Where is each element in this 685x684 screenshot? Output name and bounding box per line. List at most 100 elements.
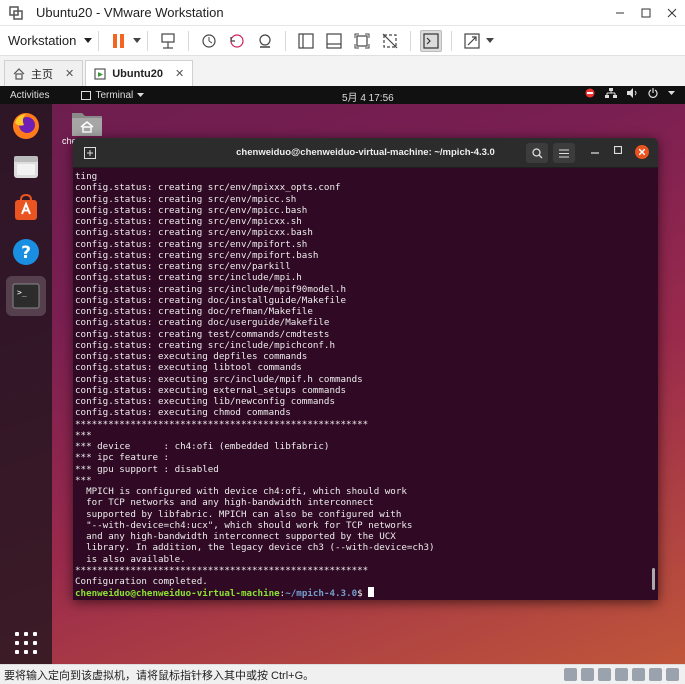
maximize-terminal-button[interactable]: [613, 145, 623, 157]
terminal-line: config.status: creating src/env/mpifort.…: [75, 238, 308, 250]
terminal-line: *** gpu support : disabled: [75, 463, 219, 475]
vmware-toolbar: Workstation: [0, 26, 685, 56]
terminal-line: config.status: executing depfiles comman…: [75, 351, 308, 362]
send-ctrl-alt-del-button[interactable]: [157, 30, 179, 52]
terminal-line: ***: [75, 429, 92, 441]
maximize-button[interactable]: [633, 0, 659, 26]
toolbar-divider: [98, 30, 100, 51]
terminal-line: ****************************************…: [75, 564, 369, 576]
unity-button[interactable]: [379, 30, 401, 52]
terminal-line: *** device : ch4:ofi (embedded libfabric…: [75, 441, 330, 452]
software-center-icon[interactable]: [8, 190, 44, 226]
snapshot-icon: [202, 33, 217, 48]
thumbnail-bar-icon: [326, 32, 343, 49]
clock[interactable]: 5月 4 17:56: [342, 89, 394, 104]
stretch-icon: [464, 32, 481, 49]
terminal-line: library. In addition, the legacy device …: [75, 542, 435, 554]
show-library-button[interactable]: [295, 30, 317, 52]
close-icon: [639, 149, 645, 155]
hard-disk-icon[interactable]: [564, 668, 577, 681]
console-view-button[interactable]: [420, 29, 443, 52]
power-icon[interactable]: [648, 88, 658, 98]
workstation-menu-label: Workstation: [8, 33, 77, 48]
show-applications-icon[interactable]: [15, 632, 37, 654]
printer-icon[interactable]: [649, 668, 662, 681]
snapshot-button[interactable]: [198, 30, 220, 52]
tab-home[interactable]: 主页 ✕: [4, 60, 84, 86]
suspend-button[interactable]: [108, 30, 130, 52]
tab-ubuntu20[interactable]: Ubuntu20 ✕: [85, 60, 194, 86]
terminal-line: MPICH is configured with device ch4:ofi,…: [75, 486, 407, 497]
tab-label: Ubuntu20: [112, 67, 163, 80]
firefox-icon[interactable]: [8, 108, 44, 144]
stretch-view-button[interactable]: [461, 30, 483, 52]
show-thumbnail-bar-button[interactable]: [323, 30, 345, 52]
toolbar-divider: [188, 30, 190, 51]
close-terminal-button[interactable]: [635, 145, 649, 159]
app-menu[interactable]: Terminal: [81, 89, 145, 101]
app-menu-label: Terminal: [95, 89, 134, 101]
revert-snapshot-button[interactable]: [226, 30, 248, 52]
snapshot-manager-button[interactable]: [254, 30, 276, 52]
terminal-dock-icon[interactable]: >_: [6, 276, 46, 316]
network-icon[interactable]: [605, 88, 617, 98]
terminal-line: for TCP networks and any high-bandwidth …: [75, 497, 374, 509]
send-keys-icon: [161, 32, 176, 49]
no-entry-icon[interactable]: [585, 88, 595, 98]
terminal-line: config.status: executing libtool command…: [75, 362, 302, 374]
shell-prompt: chenweiduo@chenweiduo-virtual-machine:~/…: [75, 587, 645, 599]
display-icon[interactable]: [666, 668, 679, 681]
system-tray[interactable]: [585, 88, 675, 98]
terminal-line: is also available.: [75, 553, 186, 565]
volume-icon[interactable]: [627, 88, 638, 98]
minimize-terminal-button[interactable]: [591, 146, 599, 157]
terminal-line: config.status: creating src/include/mpif…: [75, 283, 347, 295]
minimize-icon: [591, 152, 599, 154]
window-controls: [607, 0, 685, 26]
dropdown-arrow-icon[interactable]: [486, 37, 495, 44]
terminal-line: config.status: creating doc/installguide…: [75, 294, 347, 306]
full-screen-button[interactable]: [351, 30, 373, 52]
terminal-line: config.status: creating doc/refman/Makef…: [75, 306, 313, 317]
sound-card-icon[interactable]: [632, 668, 645, 681]
terminal-line: config.status: creating src/env/mpicxx.s…: [75, 216, 302, 227]
dropdown-arrow-icon: [84, 37, 93, 43]
ubuntu-desktop[interactable]: Activities Terminal 5月 4 17:56 ? >_ che …: [0, 86, 685, 664]
network-adapter-icon[interactable]: [598, 668, 611, 681]
toolbar-divider: [451, 30, 453, 51]
files-icon[interactable]: [8, 149, 44, 185]
terminal-line: config.status: executing src/include/mpi…: [75, 373, 363, 385]
hamburger-menu-button[interactable]: [553, 143, 575, 163]
terminal-lines: ting config.status: creating src/env/mpix…: [75, 171, 645, 587]
window-title: Ubuntu20 - VMware Workstation: [36, 5, 224, 20]
terminal-app-icon: [81, 90, 92, 100]
terminal-output[interactable]: ting config.status: creating src/env/mpix…: [75, 168, 645, 600]
cd-rom-icon[interactable]: [581, 668, 594, 681]
terminal-window[interactable]: chenweiduo@chenweiduo-virtual-machine: ~…: [73, 138, 658, 600]
terminal-line: Configuration completed.: [75, 576, 208, 587]
close-button[interactable]: [659, 0, 685, 26]
snapshot-manager-icon: [259, 33, 272, 48]
home-icon: [13, 67, 25, 80]
dropdown-arrow-icon[interactable]: [133, 37, 142, 44]
terminal-scrollbar[interactable]: [652, 568, 655, 590]
terminal-line: config.status: creating src/env/mpicc.sh: [75, 193, 297, 205]
svg-text:>_: >_: [17, 288, 27, 297]
terminal-line: config.status: creating src/include/mpic…: [75, 339, 335, 351]
search-button[interactable]: [526, 143, 548, 163]
prompt-user-host: chenweiduo@chenweiduo-virtual-machine: [75, 588, 280, 600]
status-message: 要将输入定向到该虚拟机，请将鼠标指针移入其中或按 Ctrl+G。: [4, 669, 315, 682]
minimize-button[interactable]: [607, 0, 633, 26]
terminal-line: config.status: creating src/env/mpifort.…: [75, 249, 319, 261]
close-tab-icon[interactable]: ✕: [65, 67, 74, 80]
terminal-line: ****************************************…: [75, 418, 369, 430]
usb-icon[interactable]: [615, 668, 628, 681]
workstation-menu[interactable]: Workstation: [8, 33, 93, 48]
close-tab-icon[interactable]: ✕: [175, 67, 184, 80]
prompt-path: ~/mpich-4.3.0: [285, 588, 358, 600]
vmware-tab-bar: 主页 ✕ Ubuntu20 ✕: [0, 56, 685, 86]
terminal-header: chenweiduo@chenweiduo-virtual-machine: ~…: [73, 138, 658, 168]
terminal-line: config.status: creating src/env/mpixxx_o…: [75, 182, 341, 194]
help-icon[interactable]: ?: [8, 234, 44, 270]
activities-button[interactable]: Activities: [10, 90, 49, 101]
